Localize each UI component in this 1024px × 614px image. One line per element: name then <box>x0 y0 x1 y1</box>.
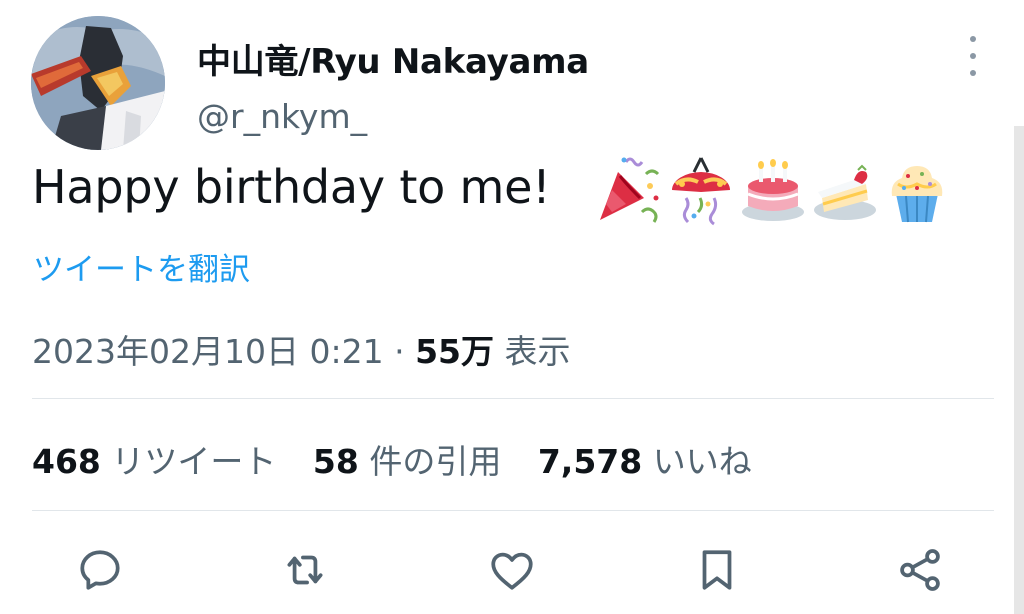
bookmark-button[interactable] <box>687 540 747 600</box>
party-popper-icon <box>600 157 660 223</box>
share-icon <box>900 549 940 591</box>
birthday-cake-icon <box>742 159 804 221</box>
views-label: 表示 <box>504 332 571 371</box>
avatar-illustration <box>31 16 165 150</box>
more-options-icon[interactable] <box>958 36 988 76</box>
retweets-count: 468 <box>32 442 101 481</box>
scrollbar[interactable] <box>1014 126 1024 614</box>
share-button[interactable] <box>890 540 950 600</box>
reply-button[interactable] <box>70 540 130 600</box>
divider <box>32 510 994 511</box>
views-count: 55万 <box>415 332 494 371</box>
divider <box>32 398 994 399</box>
action-bar <box>70 540 970 600</box>
more-dot <box>970 53 976 59</box>
meta-separator: · <box>394 332 405 371</box>
bookmark-icon <box>702 550 732 590</box>
retweet-icon <box>287 555 323 585</box>
user-handle[interactable]: @r_nkym_ <box>197 97 367 136</box>
reply-icon <box>80 550 120 590</box>
like-icon <box>491 552 533 590</box>
likes-label: いいね <box>652 442 752 481</box>
likes-stat[interactable]: 7,578 いいね <box>538 442 752 481</box>
quotes-label: 件の引用 <box>369 442 502 481</box>
translate-tweet-link[interactable]: ツイートを翻訳 <box>33 244 250 289</box>
display-name[interactable]: 中山竜/Ryu Nakayama <box>197 34 589 83</box>
more-dot <box>970 70 976 76</box>
retweets-label: リツイート <box>111 442 277 481</box>
tweet-text: Happy birthday to me! <box>32 160 551 214</box>
tweet-meta: 2023年02月10日 0:21 · 55万 表示 <box>32 325 571 373</box>
retweet-button[interactable] <box>275 540 335 600</box>
cupcake-icon <box>891 166 943 223</box>
avatar[interactable] <box>31 16 165 150</box>
more-dot <box>970 36 976 42</box>
timestamp[interactable]: 2023年02月10日 0:21 <box>32 332 384 371</box>
quotes-count: 58 <box>312 442 359 481</box>
tweet-stats: 468 リツイート 58 件の引用 7,578 いいね <box>32 435 778 483</box>
confetti-ball-icon <box>672 157 730 226</box>
likes-count: 7,578 <box>537 442 643 481</box>
retweets-stat[interactable]: 468 リツイート <box>32 442 276 481</box>
emoji-row <box>596 154 950 226</box>
quotes-stat[interactable]: 58 件の引用 <box>313 442 501 481</box>
shortcake-icon <box>814 164 876 220</box>
like-button[interactable] <box>482 540 542 600</box>
